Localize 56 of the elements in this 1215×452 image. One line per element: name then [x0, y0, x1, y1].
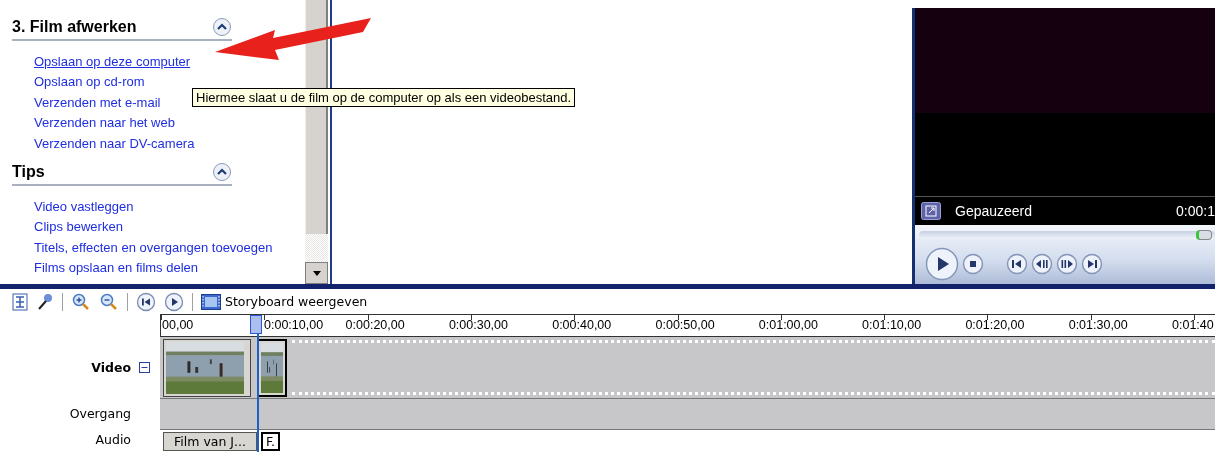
tick-label: 0:00:40,00 [552, 318, 612, 332]
task-link[interactable]: Films opslaan en films delen [34, 258, 199, 279]
timeline-icon[interactable] [12, 292, 28, 311]
tick-label: 0:01:00,00 [758, 318, 818, 332]
next-button[interactable] [1081, 253, 1103, 275]
track-label: Video [91, 359, 131, 375]
collapse-icon[interactable] [139, 361, 150, 373]
tick-label: 0:01:40 [1172, 318, 1214, 332]
microphone-icon[interactable] [36, 292, 54, 311]
task-link[interactable]: Verzenden met e-mail [34, 92, 161, 114]
tick-label: 0:00:30,00 [448, 318, 508, 332]
zoom-in-icon[interactable] [71, 292, 91, 311]
seek-slider[interactable] [919, 231, 1215, 239]
filmstrip-icon [201, 293, 221, 310]
tick-label: 0:00:10,00 [264, 318, 324, 332]
task-link[interactable]: Verzenden naar het web [34, 113, 175, 134]
tooltip: Hiermee slaat u de film op de computer op als een videobestand. [192, 88, 576, 107]
zoom-out-icon[interactable] [99, 292, 119, 311]
tick-label: 0:01:30,00 [1068, 318, 1128, 332]
task-link[interactable]: Verzenden naar DV-camera [34, 133, 195, 155]
playback-time: 0:00:1 [1176, 203, 1215, 219]
audio-clip[interactable]: Film van J... [163, 431, 257, 451]
track-label: Overgang [69, 405, 131, 421]
video-clip[interactable] [257, 338, 287, 397]
stop-button[interactable] [962, 253, 984, 275]
tick-label: 00,00 [162, 318, 194, 332]
seek-thumb[interactable] [1196, 230, 1213, 240]
step-forward-button[interactable] [1056, 253, 1078, 275]
video-clip[interactable] [163, 338, 251, 397]
play-icon[interactable] [164, 291, 184, 312]
task-link[interactable]: Video vastleggen [34, 197, 134, 218]
audio-clip[interactable]: F. [260, 431, 281, 451]
tick-label: 0:00:50,00 [655, 318, 715, 332]
down-arrow-icon [312, 270, 321, 276]
task-link[interactable]: Opslaan op deze computer [34, 52, 191, 73]
tick-label: 0:01:10,00 [862, 318, 922, 332]
time-ruler[interactable]: 00,00 0:00:10,00 0:00:20,00 0:00:30,00 0:00:40,00 0:00:50,00 0:01:00,00 0:01:10,00 0:01:20,00 0:01:30,00 0:01:40 [160, 314, 1215, 337]
previous-button[interactable] [1006, 253, 1028, 275]
tick-label: 0:01:20,00 [965, 318, 1025, 332]
section-title: Tips [12, 163, 45, 182]
tick-label: 0:00:20,00 [345, 318, 405, 332]
playhead-marker[interactable] [250, 315, 262, 334]
playback-status: Gepauzeerd [955, 203, 1033, 219]
scroll-down-button[interactable] [305, 262, 328, 284]
storyboard-button[interactable]: Storyboard weergeven [201, 293, 368, 310]
collapse-icon[interactable] [212, 17, 232, 37]
collapse-icon[interactable] [212, 162, 232, 183]
section-title: 3. Film afwerken [12, 18, 137, 36]
play-button[interactable] [925, 247, 959, 281]
task-link[interactable]: Clips bewerken [34, 217, 123, 238]
track-label: Audio [95, 431, 131, 447]
task-link[interactable]: Titels, effecten en overgangen toevoegen [34, 237, 273, 259]
fullscreen-icon[interactable] [921, 202, 941, 220]
task-link[interactable]: Opslaan op cd-rom [34, 72, 145, 93]
rewind-icon[interactable] [136, 291, 156, 312]
step-back-button[interactable] [1031, 253, 1053, 275]
